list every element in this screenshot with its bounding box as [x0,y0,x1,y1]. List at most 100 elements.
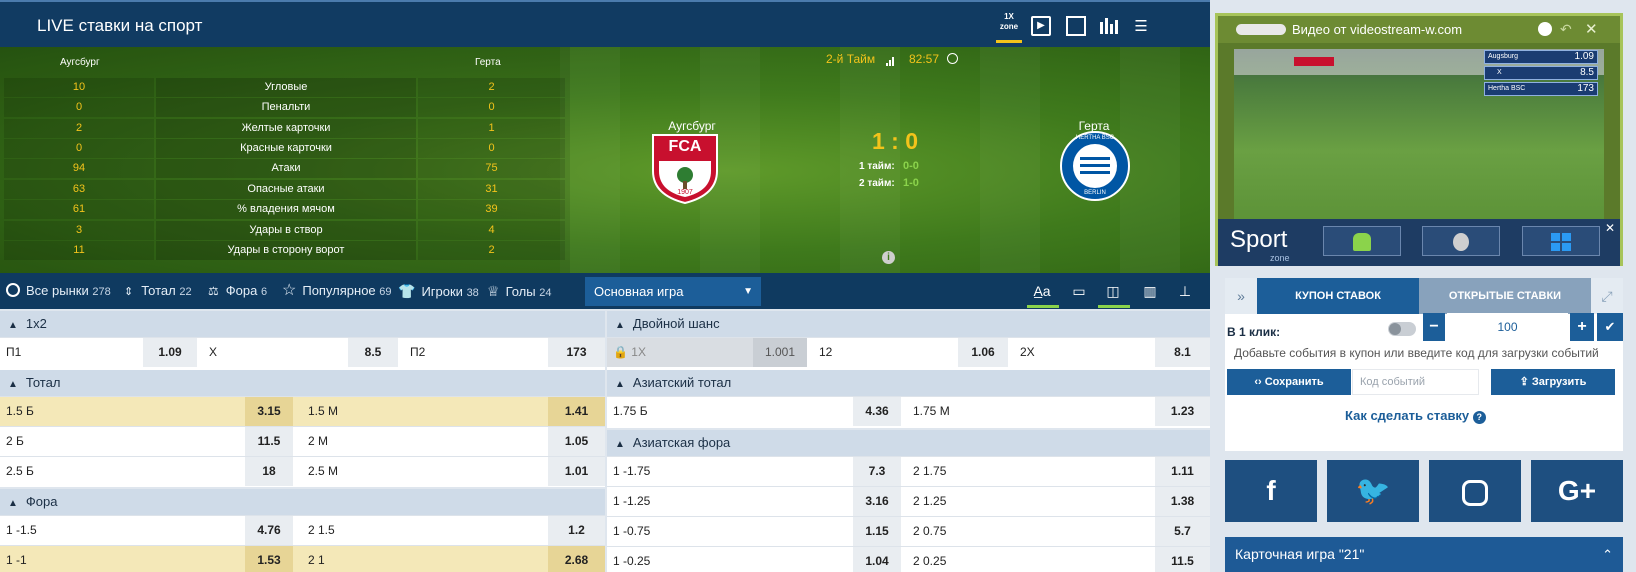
tab-all-markets[interactable]: Все рынки 278 [6,273,111,309]
tab-goals[interactable]: ♕ Голы 24 [487,273,551,309]
ball-icon[interactable] [1538,22,1552,36]
market-header[interactable]: ▲ Азиатская фора [607,430,1210,456]
apple-app-button[interactable] [1422,226,1500,256]
market-header[interactable]: ▲ Тотал [0,370,605,396]
chevron-up-icon: ▲ [615,320,625,331]
odds-button[interactable]: 1.53 [245,546,293,572]
google-plus-button[interactable]: G+ [1531,460,1623,522]
confirm-icon[interactable]: ✔ [1597,313,1623,341]
layout-one-column-icon[interactable]: ▭ [1064,277,1094,306]
expand-icon[interactable]: ⤢ [1591,278,1623,314]
market-1x2: ▲ 1x2 П1 1.09 X 8.5 П2 173 [0,311,605,370]
pitch-stripe [980,47,1040,273]
outcome-name: 12 [819,345,833,359]
window-icon[interactable] [1066,16,1086,36]
odds-button[interactable]: 1.2 [548,516,605,545]
one-click-toggle[interactable] [1388,322,1416,336]
close-icon[interactable]: ✕ [1585,16,1598,43]
android-app-button[interactable] [1323,226,1401,256]
outcome-name: 2 1.75 [913,464,947,478]
odds-button[interactable]: 5.7 [1155,517,1210,546]
twitter-button[interactable]: 🐦 [1327,460,1419,522]
game-select[interactable]: Основная игра ▼ [585,277,761,306]
shirt-icon: 👕 [398,283,416,299]
market-asian-fora: ▲ Азиатская фора 1 -1.75 7.3 2 1.75 1.11 … [607,430,1210,572]
layout-three-columns-icon[interactable]: ▥ [1135,277,1165,306]
stat-row: 0 Красные карточки 0 [4,139,565,158]
stats-icon[interactable] [1098,16,1120,38]
odds-button[interactable]: 173 [548,338,605,367]
zone-icon[interactable]: 1X zone [996,12,1022,34]
market-header[interactable]: ▲ Фора [0,489,605,515]
odds-button[interactable]: 11.5 [245,427,293,456]
match-score: 1 : 0 [871,128,919,154]
events-code-input[interactable]: Код событий [1352,369,1479,395]
instagram-button[interactable] [1429,460,1521,522]
odds-button[interactable]: 4.76 [245,516,293,545]
load-button[interactable]: ⇪ Загрузить [1491,369,1615,395]
odds-button[interactable]: 7.3 [853,457,901,486]
tab-total[interactable]: ⇕ Тотал 22 [124,273,192,309]
layout-pin-icon[interactable]: ⊥ [1170,277,1200,306]
stat-row: 2 Желтые карточки 1 [4,119,565,138]
card-game-21[interactable]: Карточная игра "21" ⌃ [1225,537,1623,572]
video-stream[interactable]: Augsburg 1.09 X 8.5 Hertha BSC 173 [1234,49,1604,219]
code-icon: ‹› [1254,376,1262,388]
active-underline [1098,305,1130,308]
facebook-icon: f [1266,475,1276,506]
trophy-icon: ♕ [487,283,500,299]
close-apps-icon[interactable]: ✕ [1605,221,1615,235]
increase-button[interactable]: + [1570,313,1594,341]
odds-button[interactable]: 11.5 [1155,547,1210,572]
layout-two-columns-icon[interactable]: ◫ [1098,277,1128,306]
outcome-name-locked: 🔒 1X [607,338,753,367]
odds-button[interactable]: 1.05 [548,427,605,456]
save-button[interactable]: ‹› Сохранить [1227,369,1351,395]
odds-button[interactable]: 8.5 [348,338,398,367]
stat-row: 10 Угловые 2 [4,78,565,97]
market-header[interactable]: ▲ 1x2 [0,311,605,337]
odds-button[interactable]: 3.15 [245,397,293,426]
live-header: LIVE ставки на спорт 1X zone ▶ ☰ [0,0,1210,47]
odds-button[interactable]: 1.38 [1155,487,1210,516]
odds-button[interactable]: 1.01 [548,457,605,486]
windows-app-button[interactable] [1522,226,1600,256]
tab-popular[interactable]: ☆ Популярное 69 [282,273,392,309]
odds-row: 1.75 Б 4.36 1.75 М 1.23 [607,396,1210,426]
odds-button[interactable]: 4.36 [853,397,901,426]
play-icon[interactable]: ▶ [1031,16,1051,36]
odds-button[interactable]: 1.11 [1155,457,1210,486]
market-header[interactable]: ▲ Азиатский тотал [607,370,1210,396]
overlay-odds-row: Hertha BSC 173 [1484,82,1598,96]
video-title: Видео от videostream-w.com [1292,22,1463,37]
tab-open-bets[interactable]: ОТКРЫТЫЕ СТАВКИ [1419,278,1591,314]
list-icon[interactable]: ☰ [1130,16,1152,38]
odds-row: 🔒 1X 1.001 12 1.06 2X 8.1 [607,337,1210,367]
collapse-icon[interactable]: » [1225,278,1257,314]
info-icon[interactable]: i [882,251,895,264]
odds-button[interactable]: 1.09 [143,338,197,367]
facebook-button[interactable]: f [1225,460,1317,522]
one-click-label: В 1 клик: [1227,325,1281,339]
odds-button[interactable]: 18 [245,457,293,486]
odds-button[interactable]: 1.41 [548,397,605,426]
odds-row: 1 -1.25 3.16 2 1.25 1.38 [607,486,1210,516]
odds-button[interactable]: 3.16 [853,487,901,516]
odds-button[interactable]: 1.23 [1155,397,1210,426]
tab-coupon[interactable]: КУПОН СТАВОК [1257,278,1419,314]
market-header[interactable]: ▲ Двойной шанс [607,311,1210,337]
undock-icon[interactable]: ↶ [1560,16,1572,43]
tab-players[interactable]: 👕 Игроки 38 [398,273,479,309]
tab-fora[interactable]: ⚖ Фора 6 [208,273,267,309]
howto-link[interactable]: Как сделать ставку ? [1345,408,1486,424]
odds-button[interactable]: 1.06 [958,338,1008,367]
odds-button[interactable]: 2.68 [548,546,605,572]
decrease-button[interactable]: − [1423,313,1445,341]
outcome-name: 1 -1 [6,553,27,567]
stake-input[interactable]: 100 [1447,313,1568,341]
odds-button[interactable]: 1.04 [853,547,901,572]
font-size-icon[interactable]: A̲a [1027,277,1057,306]
stat-row: 63 Опасные атаки 31 [4,180,565,199]
odds-button[interactable]: 1.15 [853,517,901,546]
odds-button[interactable]: 8.1 [1155,338,1210,367]
